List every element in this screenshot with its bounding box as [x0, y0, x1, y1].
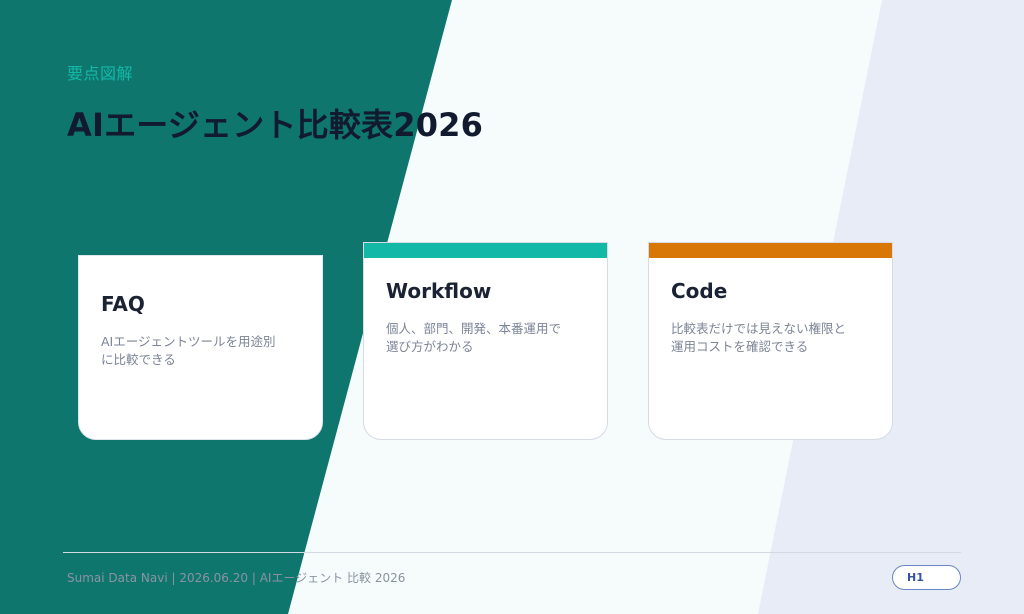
card-workflow: Workflow 個人、部門、開発、本番運用で 選び方がわかる — [363, 242, 608, 440]
card-description: 比較表だけでは見えない権限と 運用コストを確認できる — [671, 320, 861, 356]
card-description-line: 選び方がわかる — [386, 339, 474, 354]
card-description: AIエージェントツールを用途別 に比較できる — [101, 333, 291, 369]
footer-divider — [63, 552, 961, 553]
card-title: Workflow — [386, 279, 492, 303]
card-description-line: AIエージェントツールを用途別 — [101, 334, 276, 349]
card-description-line: 運用コストを確認できる — [671, 339, 809, 354]
card-description: 個人、部門、開発、本番運用で 選び方がわかる — [386, 320, 576, 356]
card-code: Code 比較表だけでは見えない権限と 運用コストを確認できる — [648, 242, 893, 440]
card-description-line: 比較表だけでは見えない権限と — [671, 321, 847, 336]
card-title: FAQ — [101, 292, 145, 316]
page-title: AIエージェント比較表2026 — [67, 106, 484, 144]
slide: 要点図解 AIエージェント比較表2026 FAQ AIエージェントツールを用途別… — [0, 0, 1024, 614]
card-title: Code — [671, 279, 728, 303]
eyebrow-label: 要点図解 — [67, 64, 134, 83]
footer-text: Sumai Data Navi | 2026.06.20 | AIエージェント … — [67, 571, 406, 585]
card-accent-bar — [364, 243, 607, 258]
card-faq: FAQ AIエージェントツールを用途別 に比較できる — [78, 255, 323, 440]
card-description-line: 個人、部門、開発、本番運用で — [386, 321, 562, 336]
card-accent-bar — [649, 243, 892, 258]
card-description-line: に比較できる — [101, 352, 176, 367]
page-badge: H1 — [892, 565, 961, 590]
